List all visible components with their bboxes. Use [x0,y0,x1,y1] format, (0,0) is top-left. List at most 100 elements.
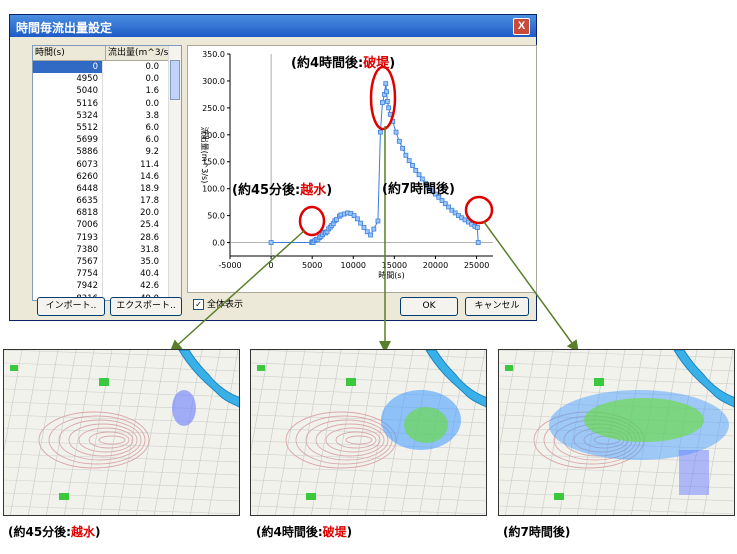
table-row[interactable]: 7380 31.8 [33,243,181,256]
data-point [361,225,367,230]
cell-flow[interactable]: 3.8 [103,110,163,122]
cell-time[interactable]: 6448 [33,182,103,196]
map-45min-image [4,350,239,515]
cell-flow[interactable]: 0.0 [103,61,163,73]
park-area [306,493,316,500]
park-area [10,365,18,371]
cell-flow[interactable]: 0.0 [103,73,163,85]
table-row[interactable]: 6073 11.4 [33,158,181,171]
table-row[interactable]: 7754 40.4 [33,268,181,281]
show-all-label: 全体表示 [207,300,244,310]
cell-flow[interactable]: 20.0 [103,207,163,219]
header-time[interactable]: 時間(s) [33,46,106,60]
cell-time[interactable]: 4950 [33,73,103,86]
cell-time[interactable]: 7380 [33,243,103,256]
cell-time[interactable]: 6818 [33,207,103,220]
flow-table[interactable]: 時間(s) 流出量(m^3/s) 0 0.0 4950 0.0 5040 1.6 5116 0… [32,45,182,301]
table-row[interactable]: 0 0.0 [33,61,181,74]
caption-45min-prefix: (約45分後: [8,525,71,539]
cell-flow[interactable]: 9.2 [103,146,163,158]
cell-time[interactable]: 6073 [33,158,103,171]
y-axis-label: 流出量(m^3/s) [200,127,210,184]
cell-flow[interactable]: 18.9 [103,183,163,195]
table-row[interactable]: 5699 6.0 [33,134,181,147]
caption-4hours-red: 破堤 [322,525,347,539]
table-row[interactable]: 7942 42.6 [33,280,181,293]
ok-button[interactable]: OK [400,297,458,316]
title-bar[interactable]: 時間毎流出量設定 X [10,15,536,37]
cell-time[interactable]: 7567 [33,256,103,269]
table-row[interactable]: 4950 0.0 [33,73,181,86]
table-row[interactable]: 5512 6.0 [33,121,181,135]
data-point [396,138,402,144]
map-45min [3,349,240,516]
cell-time[interactable]: 7006 [33,219,103,232]
table-row[interactable]: 7193 28.6 [33,231,181,244]
data-point [383,81,389,87]
cell-time[interactable]: 6635 [33,195,103,208]
cell-flow[interactable]: 28.6 [103,232,163,244]
cell-flow[interactable]: 25.4 [103,219,163,231]
table-row[interactable]: 5116 0.0 [33,97,181,110]
cell-time[interactable]: 6260 [33,170,103,183]
table-row[interactable]: 6635 17.8 [33,195,181,208]
chart-panel: 0.0 50.0 100.0 150.0 200.0 250.0 300.0 350.0 -50… [187,45,537,293]
park-area [594,378,604,386]
scrollbar-thumb[interactable] [170,60,180,100]
cell-flow[interactable]: 1.6 [103,85,163,97]
cell-flow[interactable]: 14.6 [103,171,163,183]
cell-flow[interactable]: 35.0 [103,256,163,268]
table-scrollbar[interactable] [168,46,181,300]
table-row[interactable]: 6260 14.6 [33,170,181,183]
x-tick-label: 25000 [464,261,489,270]
cell-time[interactable]: 5116 [33,97,103,110]
cell-time[interactable]: 5699 [33,134,103,147]
data-point [378,129,383,135]
table-row[interactable]: 6448 18.9 [33,182,181,196]
park-area [59,493,69,500]
x-tick-label: 10000 [341,261,366,270]
annotation-breach-red: 破堤 [363,56,390,71]
cell-time[interactable]: 7754 [33,268,103,281]
cell-flow[interactable]: 0.0 [103,98,163,110]
cell-flow[interactable]: 17.8 [103,195,163,207]
table-row[interactable]: 5886 9.2 [33,146,181,159]
table-body: 0 0.0 4950 0.0 5040 1.6 5116 0.0 5324 3.8 5512 6.0 5… [33,61,181,300]
cell-flow[interactable]: 11.4 [103,159,163,171]
export-button[interactable]: エクスポート.. [110,297,182,316]
table-row[interactable]: 5040 1.6 [33,85,181,98]
cell-time[interactable]: 5040 [33,85,103,98]
cell-time[interactable]: 7193 [33,231,103,244]
cell-time[interactable]: 5512 [33,121,103,135]
cell-time[interactable]: 5324 [33,109,103,122]
data-point [380,100,385,105]
x-axis-label: 時間(s) [378,271,404,280]
cell-flow[interactable]: 6.0 [103,134,163,146]
table-header: 時間(s) 流出量(m^3/s) [33,46,181,61]
cell-flow[interactable]: 6.0 [103,122,163,134]
annotation-breach-prefix: (約4時間後: [291,56,364,71]
cell-time[interactable]: 7942 [33,280,103,293]
table-row[interactable]: 7006 25.4 [33,219,181,232]
caption-45min-suffix: ) [95,525,101,539]
data-point [413,167,419,173]
close-button[interactable]: X [513,18,530,35]
x-tick-label: 0 [269,261,274,270]
map-7hours [498,349,735,516]
annotation-breach: (約4時間後:破堤) [291,52,395,71]
check-icon[interactable]: ✓ [193,299,204,310]
cell-flow[interactable]: 31.8 [103,244,163,256]
header-flow[interactable]: 流出量(m^3/s) [106,46,173,60]
import-button[interactable]: インポート.. [37,297,105,316]
table-row[interactable]: 5324 3.8 [33,109,181,122]
cell-flow[interactable]: 42.6 [103,280,163,292]
show-all-checkbox[interactable]: ✓ 全体表示 [193,297,243,310]
table-row[interactable]: 7567 35.0 [33,256,181,269]
cell-time[interactable]: 0 [33,61,103,74]
data-point [406,158,412,164]
cell-flow[interactable]: 40.4 [103,268,163,280]
cancel-button[interactable]: キャンセル [465,297,529,316]
data-point [416,172,422,178]
cell-time[interactable]: 5886 [33,146,103,159]
table-row[interactable]: 6818 20.0 [33,207,181,220]
